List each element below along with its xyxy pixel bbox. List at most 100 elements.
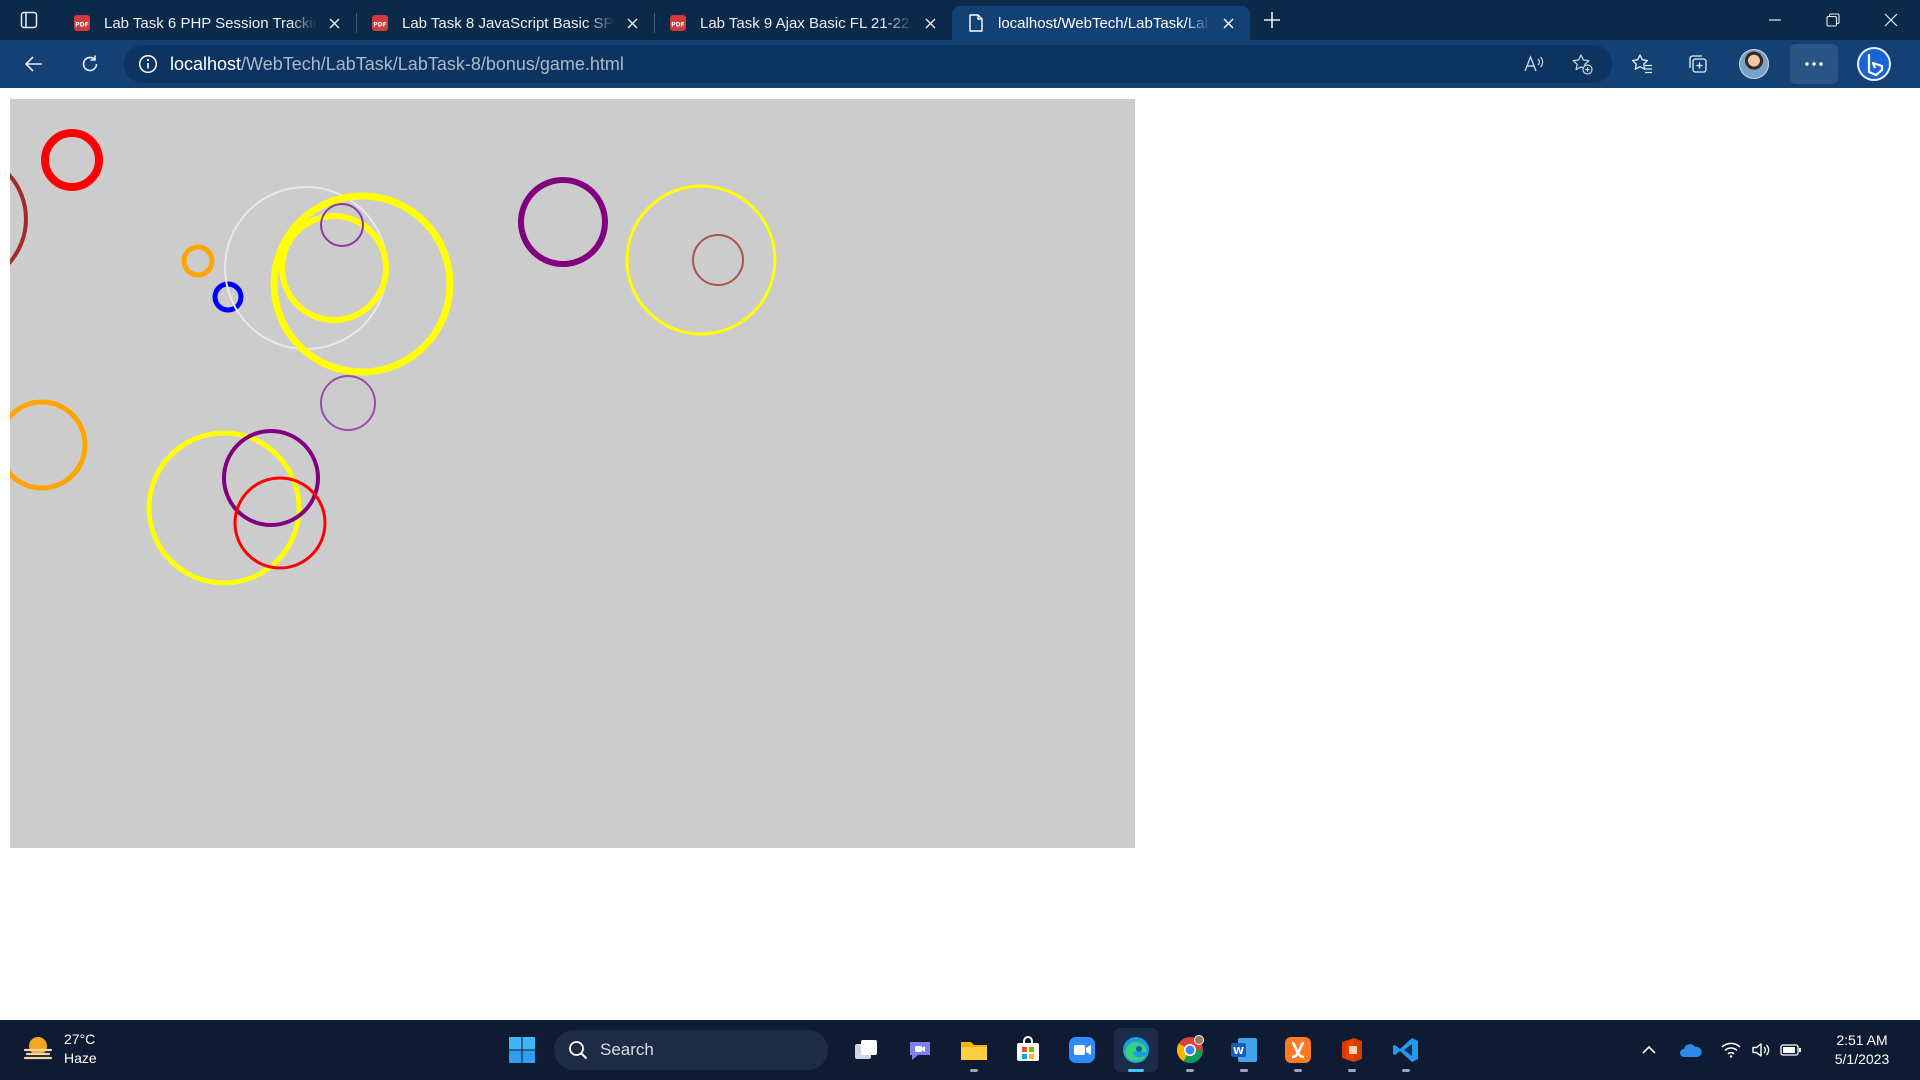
pdf-icon: PDF xyxy=(74,15,90,31)
tab-lab-task-8[interactable]: PDF Lab Task 8 JavaScript Basic SP21- xyxy=(356,6,654,40)
weather-temp: 27°C xyxy=(64,1031,96,1047)
office-button[interactable] xyxy=(1330,1028,1374,1072)
tab-close-button[interactable] xyxy=(622,13,642,33)
plus-icon xyxy=(1264,12,1280,28)
circle-orange-edge[interactable] xyxy=(10,399,88,491)
tab-close-button[interactable] xyxy=(1218,13,1238,33)
clock-date: 5/1/2023 xyxy=(1834,1051,1890,1067)
wifi-icon xyxy=(1721,1042,1741,1058)
collections-button[interactable] xyxy=(1678,44,1718,84)
store-icon xyxy=(1017,1036,1039,1061)
url-text[interactable]: localhost/WebTech/LabTask/LabTask-8/bonu… xyxy=(170,54,624,75)
close-window-button[interactable] xyxy=(1862,0,1920,40)
wifi-button[interactable] xyxy=(1716,1035,1746,1065)
circle-yellow-bottom[interactable] xyxy=(146,430,302,586)
svg-text:PDF: PDF xyxy=(373,22,386,29)
show-hidden-icons-button[interactable] xyxy=(1634,1035,1664,1065)
minimize-button[interactable] xyxy=(1746,0,1804,40)
chevron-up-icon xyxy=(1642,1045,1656,1054)
xampp-icon xyxy=(1285,1037,1311,1063)
edge-button[interactable] xyxy=(1114,1028,1158,1072)
browser-toolbar: localhost/WebTech/LabTask/LabTask-8/bonu… xyxy=(0,40,1920,88)
search-label: Search xyxy=(600,1040,654,1059)
battery-button[interactable] xyxy=(1776,1035,1806,1065)
zoom-button[interactable] xyxy=(1060,1028,1104,1072)
windows-logo-icon xyxy=(509,1037,535,1063)
circle-purple-mid[interactable] xyxy=(320,375,376,431)
onedrive-cloud-icon xyxy=(1680,1044,1702,1057)
start-button[interactable] xyxy=(500,1028,544,1072)
taskbar-search[interactable]: Search xyxy=(554,1030,828,1070)
pdf-icon: PDF xyxy=(372,15,388,31)
more-button[interactable] xyxy=(1790,44,1838,84)
weather-condition: Haze xyxy=(64,1050,97,1066)
running-indicator xyxy=(1240,1069,1248,1072)
url-path: /WebTech/LabTask/LabTask-8/bonus/game.ht… xyxy=(241,53,624,74)
circle-purple-small-top[interactable] xyxy=(320,203,364,247)
profile-button[interactable] xyxy=(1734,44,1774,84)
speaker-icon xyxy=(1752,1043,1770,1057)
circle-white-outline[interactable] xyxy=(224,186,388,350)
refresh-button[interactable] xyxy=(70,44,110,84)
restore-icon xyxy=(1826,13,1840,27)
url-host: localhost xyxy=(170,53,242,74)
word-button[interactable]: W xyxy=(1222,1028,1266,1072)
more-icon xyxy=(1805,62,1823,66)
favorites-button[interactable] xyxy=(1622,44,1662,84)
tab-lab-task-6[interactable]: PDF Lab Task 6 PHP Session Tracking xyxy=(58,6,356,40)
collections-icon xyxy=(1689,55,1707,73)
circle-purple-thick[interactable] xyxy=(518,177,608,267)
restore-button[interactable] xyxy=(1804,0,1862,40)
close-icon xyxy=(1884,13,1898,27)
minimize-icon xyxy=(1769,19,1781,21)
circle-yellow-right[interactable] xyxy=(625,184,777,336)
back-button[interactable] xyxy=(14,44,54,84)
xampp-button[interactable] xyxy=(1276,1028,1320,1072)
onedrive-button[interactable] xyxy=(1676,1035,1706,1065)
file-explorer-button[interactable] xyxy=(952,1028,996,1072)
info-icon[interactable] xyxy=(138,54,158,74)
page-viewport xyxy=(0,88,1920,1020)
task-view-button[interactable] xyxy=(844,1028,888,1072)
tab-close-button[interactable] xyxy=(324,13,344,33)
microsoft-store-button[interactable] xyxy=(1006,1028,1050,1072)
new-tab-button[interactable] xyxy=(1250,0,1294,40)
search-icon xyxy=(569,1041,588,1060)
office-icon xyxy=(1342,1038,1362,1062)
avatar xyxy=(1739,49,1769,79)
tab-game-page[interactable]: localhost/WebTech/LabTask/LabTask-8/bonu… xyxy=(952,6,1250,40)
circle-orange-small[interactable] xyxy=(181,244,215,278)
address-bar[interactable]: localhost/WebTech/LabTask/LabTask-8/bonu… xyxy=(124,45,1612,83)
clock-time: 2:51 AM xyxy=(1836,1032,1888,1048)
tab-close-button[interactable] xyxy=(920,13,940,33)
close-icon xyxy=(329,18,339,28)
chat-icon xyxy=(910,1042,930,1060)
tab-title: localhost/WebTech/LabTask/LabTask-8/bonu… xyxy=(998,14,1210,32)
close-icon xyxy=(925,18,935,28)
zoom-icon xyxy=(1069,1037,1095,1063)
running-indicator xyxy=(1294,1069,1302,1072)
circle-red-thick[interactable] xyxy=(41,129,103,191)
circle-brown-small[interactable] xyxy=(692,234,744,286)
back-arrow-icon xyxy=(25,56,42,72)
game-canvas[interactable] xyxy=(10,99,1135,848)
read-aloud-icon xyxy=(1524,55,1544,72)
circle-yellow-medium[interactable] xyxy=(279,213,389,323)
read-aloud-button[interactable] xyxy=(1514,44,1554,84)
system-tray: 2:51 AM 5/1/2023 xyxy=(1634,1020,1920,1080)
circle-brown-large-edge[interactable] xyxy=(10,153,28,285)
add-favorite-button[interactable] xyxy=(1562,44,1602,84)
tab-actions-button[interactable] xyxy=(0,0,58,40)
tab-lab-task-9[interactable]: PDF Lab Task 9 Ajax Basic FL 21-22.pdf xyxy=(654,6,952,40)
copilot-button[interactable] xyxy=(1854,44,1894,84)
close-icon xyxy=(1223,18,1233,28)
tab-actions-icon xyxy=(20,11,38,29)
add-favorite-icon xyxy=(1572,54,1593,75)
teams-chat-button[interactable] xyxy=(898,1028,942,1072)
vscode-button[interactable] xyxy=(1384,1028,1428,1072)
taskbar-clock[interactable]: 2:51 AM 5/1/2023 xyxy=(1814,1031,1910,1069)
svg-text:PDF: PDF xyxy=(671,22,684,29)
weather-widget[interactable]: 27°C Haze xyxy=(22,1030,97,1068)
chrome-button[interactable] xyxy=(1168,1028,1212,1072)
volume-button[interactable] xyxy=(1746,1035,1776,1065)
